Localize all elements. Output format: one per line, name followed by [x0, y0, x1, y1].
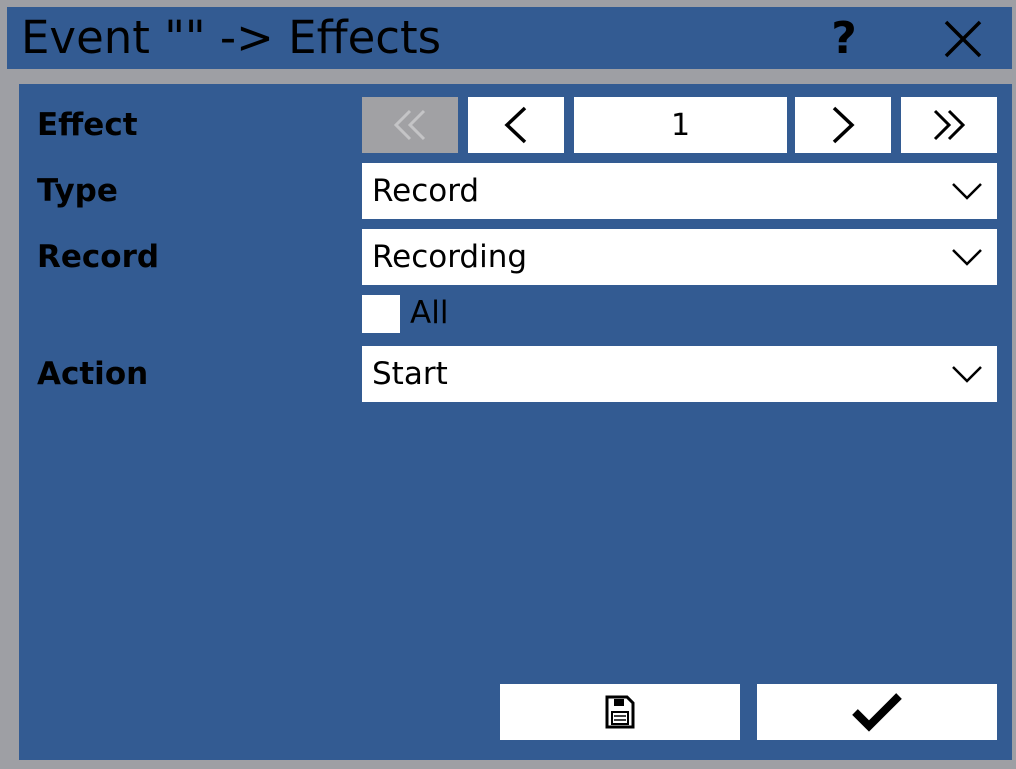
- next-effect-button[interactable]: [795, 97, 891, 153]
- save-button[interactable]: [500, 684, 740, 740]
- chevron-down-icon: [952, 183, 982, 200]
- effects-panel: Effect 1 Type Record Record Recording Al…: [19, 84, 1012, 760]
- action-select-value: Start: [372, 356, 448, 392]
- window-title: Event "" -> Effects: [21, 11, 442, 64]
- action-select[interactable]: Start: [362, 346, 997, 402]
- close-icon[interactable]: [943, 19, 983, 59]
- last-effect-button[interactable]: [901, 97, 997, 153]
- all-checkbox-label[interactable]: All: [410, 290, 448, 336]
- double-chevron-right-icon: [933, 109, 966, 141]
- type-select-value: Record: [372, 173, 480, 209]
- first-effect-button: [362, 97, 458, 153]
- record-select[interactable]: Recording: [362, 229, 997, 285]
- record-select-value: Recording: [372, 239, 528, 275]
- type-label: Type: [37, 173, 118, 209]
- chevron-left-icon: [504, 106, 527, 144]
- all-checkbox[interactable]: [362, 295, 400, 333]
- effect-label: Effect: [37, 107, 138, 143]
- chevron-right-icon: [832, 106, 855, 144]
- double-chevron-left-icon: [393, 109, 426, 141]
- type-select[interactable]: Record: [362, 163, 997, 219]
- effect-page-number: 1: [574, 97, 787, 153]
- chevron-down-icon: [952, 249, 982, 266]
- record-label: Record: [37, 239, 160, 275]
- help-icon[interactable]: ?: [819, 13, 869, 64]
- confirm-button[interactable]: [757, 684, 997, 740]
- checkmark-icon: [852, 693, 902, 732]
- title-bar: Event "" -> Effects ?: [7, 7, 1012, 69]
- chevron-down-icon: [952, 366, 982, 383]
- action-label: Action: [37, 356, 149, 392]
- previous-effect-button[interactable]: [468, 97, 564, 153]
- save-icon: [605, 695, 635, 729]
